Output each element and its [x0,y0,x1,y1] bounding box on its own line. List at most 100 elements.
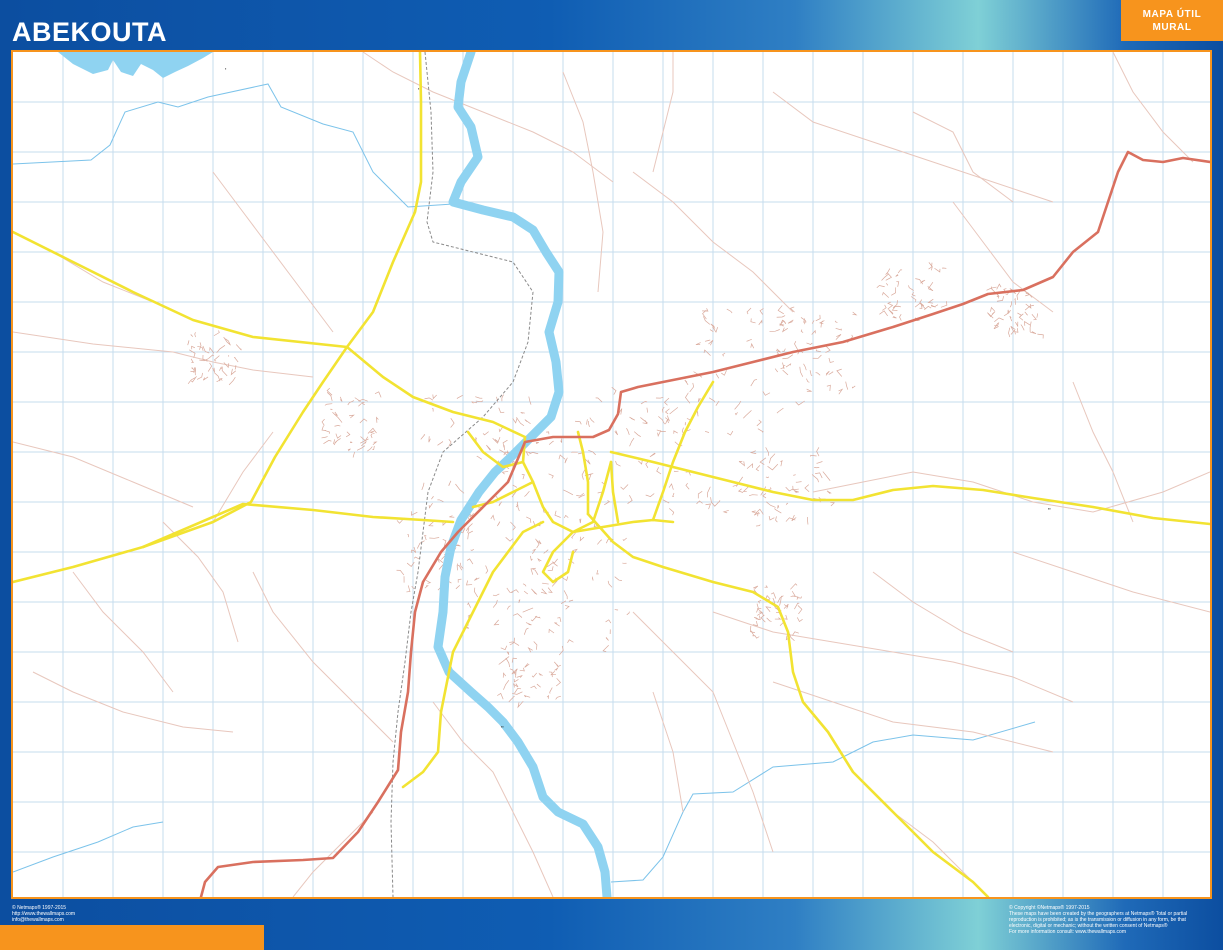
street-segment [987,312,994,319]
street-segment [370,433,373,439]
street-segment [406,585,411,593]
street-segment [658,416,665,425]
street-segment [782,369,789,376]
street-segment [696,410,699,417]
street-segment [614,576,622,581]
street-segment [927,298,934,304]
street-segment [476,455,483,460]
street-segment [895,274,899,277]
street-segment [515,504,519,508]
street-segment [548,473,554,479]
svg-text:▪: ▪ [225,66,227,71]
street-segment [501,471,509,475]
street-grid [187,262,1044,709]
street-segment [437,499,444,502]
street-segment [766,617,772,622]
street-segment [514,683,519,688]
street-segment [991,286,997,289]
street-segment [563,489,574,496]
street-segment [514,688,522,694]
street-segment [525,622,532,626]
badge-line-1: MAPA ÚTIL [1142,9,1202,20]
street-segment [726,308,733,314]
street-segment [830,501,835,507]
street-segment [467,530,474,540]
street-segment [424,397,434,401]
map-canvas[interactable]: ▪ ▪ ▪▪ ▪▪ [11,50,1212,899]
street-segment [629,416,635,421]
street-segment [704,339,711,342]
street-segment [811,329,816,335]
street-segment [554,510,561,518]
street-segment [852,311,858,316]
street-segment [450,417,455,428]
street-segment [835,334,842,340]
street-segment [358,403,362,407]
street-segment [396,569,405,576]
street-segment [779,319,786,327]
street-segment [622,537,627,541]
street-segment [456,394,463,399]
street-segment [496,521,501,527]
street-segment [887,304,894,310]
street-segment [324,430,330,434]
footer-email-link[interactable]: info@thewallmaps.com [12,917,75,923]
street-segment [455,585,460,590]
brand-badge[interactable]: MAPA ÚTIL MURAL [1121,0,1223,41]
street-segment [899,313,902,321]
street-segment [497,692,504,700]
street-segment [536,683,541,688]
street-segment [529,452,539,455]
street-segment [334,425,341,427]
street-segment [664,408,670,415]
street-segment [642,420,648,425]
street-segment [655,396,664,399]
street-segment [757,513,760,517]
badge-line-2: MURAL [1152,22,1192,33]
street-segment [601,481,605,485]
street-segment [457,578,462,583]
street-segment [934,267,941,273]
street-segment [754,635,760,639]
street-segment [207,362,213,372]
street-segment [742,486,749,492]
street-segment [533,641,538,650]
street-segment [509,641,520,646]
street-segment [836,368,843,377]
street-segment [815,372,821,376]
street-segment [522,607,534,613]
street-segment [523,627,529,635]
city-map[interactable]: ▪ ▪ ▪▪ ▪▪ [13,52,1210,897]
street-segment [190,370,196,376]
street-segment [216,378,222,382]
street-segment [611,387,617,395]
street-segment [673,470,679,472]
street-segment [202,376,209,381]
street-segment [777,305,784,315]
street-segment [546,431,550,435]
street-segment [738,460,745,467]
street-segment [785,486,794,492]
street-segment [629,437,635,447]
street-segment [790,583,798,590]
street-segment [762,391,771,396]
street-segment [354,397,361,402]
street-segment [807,517,809,525]
street-segment [779,320,787,326]
street-segment [845,381,849,390]
street-segment [703,349,711,356]
street-segment [485,565,489,574]
street-segment [437,441,444,446]
street-segment [547,587,553,593]
street-segment [492,599,498,608]
street-segment [213,330,220,337]
street-segment [549,687,553,694]
street-segment [589,417,595,423]
street-segment [467,602,471,608]
street-segment [506,605,511,610]
street-segment [511,589,519,593]
street-segment [774,508,782,514]
street-segment [509,637,515,646]
street-segment [563,590,568,600]
street-segment [530,615,538,622]
